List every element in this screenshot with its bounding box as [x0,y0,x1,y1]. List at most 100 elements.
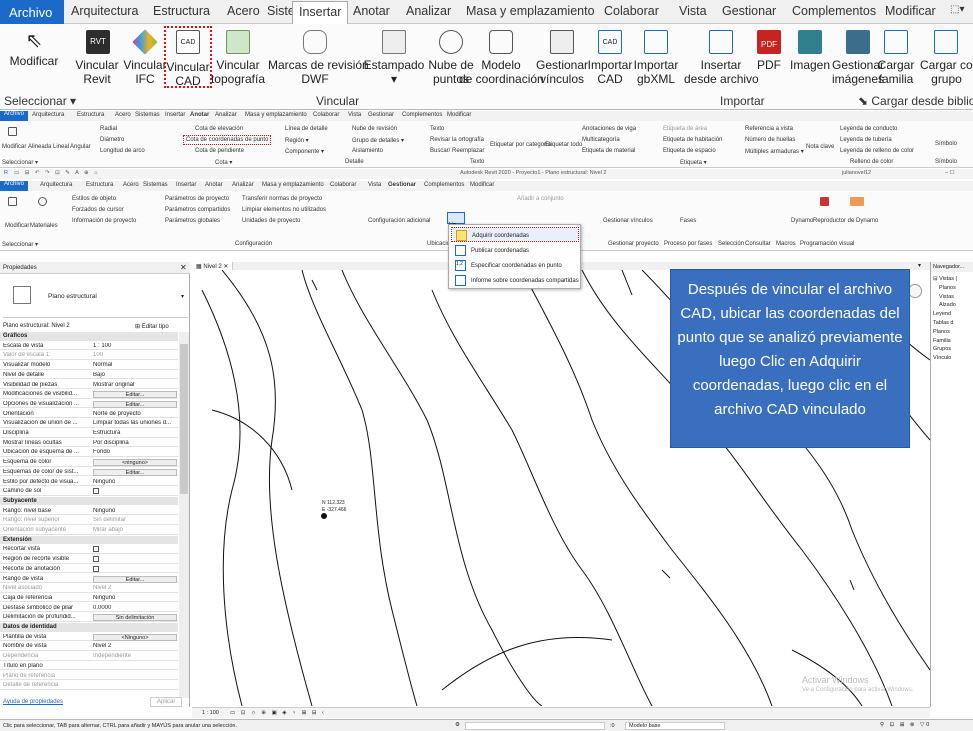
grupo-detalles[interactable]: Grupo de detalles ▾ [352,137,404,144]
tree-planos-hojas[interactable]: Planos [933,328,957,337]
property-row[interactable]: Dependencia Independiente [0,652,178,661]
property-checkbox[interactable] [93,546,99,553]
leyenda-conducto[interactable]: Leyenda de conducto [840,126,897,132]
property-value[interactable]: Normal [93,362,177,368]
g-parametros-compartidos[interactable]: Parámetros compartidos [165,207,230,213]
property-row[interactable]: Estilo por defecto de visua... Ninguno [0,478,178,486]
property-row[interactable]: Camino de sol [0,487,178,496]
g-limpiar[interactable]: Limpiar elementos no utilizados [242,207,326,213]
cota-pendiente[interactable]: Cota de pendiente [195,148,244,154]
g-dynamo[interactable]: Dynamo [791,218,813,224]
mini-tab-insertar[interactable]: Insertar [165,112,185,118]
property-value[interactable]: Nivel 2 [93,585,177,591]
close-icon[interactable]: ✕ [180,263,187,272]
cota-radial[interactable]: Radial [100,126,117,132]
tab-estructura[interactable]: Estructura [153,4,210,18]
property-section[interactable]: Subyacente [0,496,178,506]
informe-coordenadas-item[interactable]: Informe sobre coordenadas compartidas [451,273,579,288]
property-row[interactable]: Mostrar líneas ocultas Por disciplina [0,439,178,448]
cargar-familia-button[interactable]: Cargar familia [873,28,919,86]
g-tab-archivo[interactable]: Archivo [0,181,29,191]
g-tab-colaborar[interactable]: Colaborar [330,182,356,188]
leyenda-tuberia[interactable]: Leyenda de tubería [840,137,892,143]
scroll-thumb[interactable] [180,344,188,494]
coordinates-menu-button[interactable]: ⇲▾ [447,212,465,228]
view-cube-icon[interactable] [908,284,922,298]
modelo-coordinacion-button[interactable]: Modelo de coordinación [459,28,544,86]
property-row[interactable]: Delimitación de profundid... Sin delimita… [0,613,178,622]
tab-insertar[interactable]: Insertar [292,1,349,25]
property-value[interactable]: Norte de proyecto [93,411,177,417]
anotaciones-viga[interactable]: Anotaciones de viga [582,126,636,132]
nota-clave[interactable]: Nota clave [806,144,834,150]
numero-huellas[interactable]: Número de huellas [745,137,795,143]
tab-analizar[interactable]: Analizar [406,4,451,18]
mini-tab-vista[interactable]: Vista [348,112,361,118]
property-value[interactable]: Sin delimitar [93,517,177,523]
property-section[interactable]: Gráficos [0,332,178,341]
tab-complementos[interactable]: Complementos [792,4,876,18]
estampado-button[interactable]: Estampado ▾ [362,28,426,86]
tree-vistas[interactable]: ⊟ Vistas ( [933,275,957,284]
design-option-field[interactable]: Modelo base [625,722,725,730]
tree-planos[interactable]: Planos [933,284,957,293]
g-tab-acero[interactable]: Acero [123,182,139,188]
property-value[interactable]: Ninguno [93,508,177,514]
insertar-desde-archivo-button[interactable]: Insertar desde archivo [684,28,759,86]
revisar-ortografia[interactable]: Revisar la ortografía [430,137,484,143]
property-button[interactable]: Editar... [93,391,177,399]
property-row[interactable]: Modificaciones de visibilid... Editar... [0,390,178,399]
property-row[interactable]: Plantilla de vista <Ninguno> [0,633,178,642]
property-value[interactable]: Independiente [93,653,177,659]
multiples-armaduras[interactable]: Múltiples armaduras ▾ [745,148,804,155]
vincular-cad-button[interactable]: CAD Vincular CAD [164,26,212,88]
property-row[interactable]: Opciones de visualización ... Editar... [0,400,178,409]
cota-coordenadas-punto[interactable]: Cota de coordenadas de punto [183,135,272,145]
g-parametros-proyecto[interactable]: Parámetros de proyecto [165,196,229,202]
property-row[interactable]: Rango: nivel superior Sin delimitar [0,516,178,525]
vincular-revit-button[interactable]: RVT Vincular Revit [73,28,121,86]
user-name[interactable]: julianovel12 [842,170,871,176]
tab-gestionar[interactable]: Gestionar [722,4,776,18]
multicategoria[interactable]: Multicategoría [582,137,620,143]
property-row[interactable]: Recorte de anotación [0,565,178,574]
tab-arquitectura[interactable]: Arquitectura [71,4,138,18]
property-row[interactable]: Visualizar modelo Normal [0,361,178,370]
cota-diametro[interactable]: Diámetro [100,137,124,143]
selection-filter-icons[interactable]: ⚲ ⊡ ⊞ ⊗ ▽0 [880,722,931,728]
g-configuracion-adicional[interactable]: Configuración adicional [368,218,430,224]
property-button[interactable]: <ninguno> [93,459,177,467]
tab-vista[interactable]: Vista [679,4,707,18]
g-tab-arquitectura[interactable]: Arquitectura [40,182,72,188]
etiqueta-espacio[interactable]: Etiqueta de espacio [663,148,716,154]
property-button[interactable]: Sin delimitación [93,614,177,622]
property-button[interactable]: Editar... [93,400,177,408]
property-row[interactable]: Visibilidad de piezas Mostrar original [0,381,178,389]
g-estilos-objeto[interactable]: Estilos de objeto [72,196,116,202]
property-value[interactable]: Por disciplina [93,440,177,446]
tree-leyendas[interactable]: Leyend [933,310,957,319]
property-value[interactable]: 0.0000 [93,605,177,611]
property-row[interactable]: Valor de escala 1: 100 [0,351,178,360]
property-value[interactable]: Fondo [93,449,177,455]
property-row[interactable]: Disciplina Estructura [0,429,178,438]
property-row[interactable]: Rango de vista Editar... [0,575,178,583]
g-tab-analizar[interactable]: Analizar [232,182,254,188]
imagen-button[interactable]: Imagen [787,28,833,72]
vincular-ifc-button[interactable]: Vincular IFC [121,28,169,86]
nube-revision[interactable]: Nube de revisión [352,126,397,132]
view-scale[interactable]: 1 : 100 [202,710,219,716]
mini-tab-archivo[interactable]: Archivo [0,111,29,121]
window-controls[interactable]: – ☐ [945,170,955,176]
property-value[interactable]: 100 [93,352,177,358]
property-row[interactable]: Orientación Norte de proyecto [0,410,178,419]
mini-tab-masa[interactable]: Masa y emplazamiento [245,112,307,118]
g-gestionar-vinculos[interactable]: Gestionar vínculos [603,218,653,224]
mini-tab-sistemas[interactable]: Sistemas [135,112,160,118]
properties-help-link[interactable]: Ayuda de propiedades [3,699,63,705]
tree-familias[interactable]: Familia [933,337,957,346]
property-value[interactable]: Mostrar original [93,382,177,388]
g-tab-estructura[interactable]: Estructura [86,182,113,188]
view-control-icons[interactable]: ▭ ⊡ ☼ ⊕ ▣ ◈ ♀ ⊞ ⊟ ‹ [230,710,326,716]
property-row[interactable]: Nivel asociado Nivel 2 [0,584,178,593]
